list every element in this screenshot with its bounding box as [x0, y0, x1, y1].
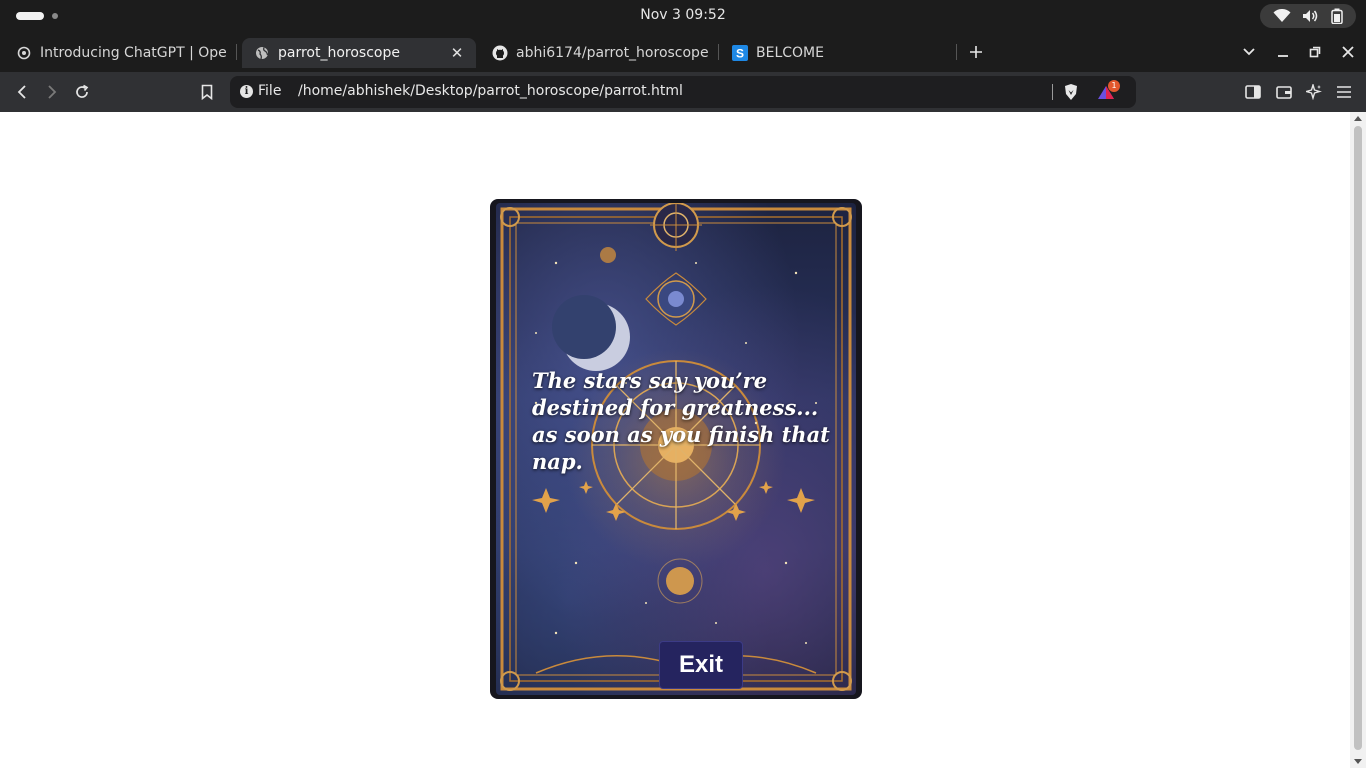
sidebar-toggle-button[interactable]	[1241, 80, 1265, 104]
tab-chatgpt[interactable]: Introducing ChatGPT | OpenAI	[16, 38, 228, 68]
wifi-icon	[1273, 9, 1291, 23]
brave-shields-icon[interactable]	[1063, 83, 1079, 105]
s-app-icon: S	[732, 45, 748, 61]
arrow-right-icon	[48, 85, 57, 99]
openai-icon	[16, 45, 32, 61]
minimize-icon	[1278, 55, 1288, 57]
forward-button[interactable]	[40, 80, 64, 104]
tab-belcome[interactable]: S BELCOME‎	[732, 38, 952, 68]
sparkle-icon	[1306, 84, 1322, 100]
menu-button[interactable]	[1332, 80, 1356, 104]
bookmark-icon	[201, 84, 213, 100]
close-icon	[1342, 46, 1354, 58]
info-icon[interactable]: i	[240, 85, 253, 98]
clock[interactable]: Nov 3 09:52	[0, 7, 1366, 23]
sidebar-icon	[1245, 85, 1261, 99]
scroll-down-arrow-icon[interactable]	[1354, 759, 1362, 764]
scroll-up-arrow-icon[interactable]	[1354, 116, 1362, 121]
url-scheme-label: File	[258, 83, 282, 99]
hamburger-icon	[1337, 86, 1351, 98]
os-top-bar: Nov 3 09:52	[0, 0, 1366, 32]
new-tab-button[interactable]	[964, 40, 988, 64]
leo-ai-button[interactable]	[1302, 80, 1326, 104]
page-content: The stars say you’re destined for greatn…	[0, 112, 1350, 768]
wallet-button[interactable]	[1272, 80, 1296, 104]
tab-separator	[718, 44, 719, 60]
tab-search-button[interactable]	[1237, 40, 1261, 64]
svg-text:S: S	[736, 47, 744, 61]
reload-icon	[76, 84, 89, 98]
tab-title: BELCOME‎	[756, 45, 824, 61]
minimize-button[interactable]	[1271, 40, 1295, 64]
horoscope-message: The stars say you’re destined for greatn…	[532, 368, 830, 474]
exit-button[interactable]: Exit	[659, 641, 743, 689]
close-window-button[interactable]	[1336, 40, 1360, 64]
battery-icon	[1330, 8, 1343, 24]
bookmark-button[interactable]	[195, 80, 219, 104]
vertical-scrollbar[interactable]	[1350, 112, 1366, 768]
reload-button[interactable]	[70, 80, 94, 104]
tab-separator	[956, 44, 957, 60]
back-button[interactable]	[10, 80, 34, 104]
tab-separator	[236, 44, 237, 60]
arrow-left-icon	[17, 85, 26, 99]
rewards-badge: 1	[1108, 80, 1120, 92]
volume-icon	[1302, 9, 1320, 23]
maximize-button[interactable]	[1303, 40, 1327, 64]
chevron-down-icon	[1243, 48, 1255, 56]
tab-parrot-horoscope[interactable]: parrot_horoscope ✕	[242, 38, 476, 68]
browser-toolbar: i File /home/abhishek/Desktop/parrot_hor…	[0, 72, 1366, 112]
tab-title: parrot_horoscope	[278, 45, 400, 61]
address-divider	[1052, 84, 1053, 100]
scrollbar-thumb[interactable]	[1354, 126, 1362, 750]
plus-icon	[970, 46, 982, 58]
address-bar[interactable]: i File /home/abhishek/Desktop/parrot_hor…	[230, 76, 1136, 108]
tab-github-repo[interactable]: abhi6174/parrot_horoscope	[492, 38, 718, 68]
url-text[interactable]: /home/abhishek/Desktop/parrot_horoscope/…	[298, 83, 683, 99]
close-tab-icon[interactable]: ✕	[448, 44, 466, 62]
globe-icon	[254, 45, 270, 61]
tab-strip: Introducing ChatGPT | OpenAI parrot_horo…	[0, 32, 1366, 72]
tab-title: abhi6174/parrot_horoscope	[516, 45, 709, 61]
restore-icon	[1309, 46, 1321, 58]
github-icon	[492, 45, 508, 61]
system-status-menu[interactable]	[1260, 4, 1356, 28]
tab-title: Introducing ChatGPT | OpenAI	[40, 45, 228, 61]
wallet-icon	[1276, 86, 1292, 99]
